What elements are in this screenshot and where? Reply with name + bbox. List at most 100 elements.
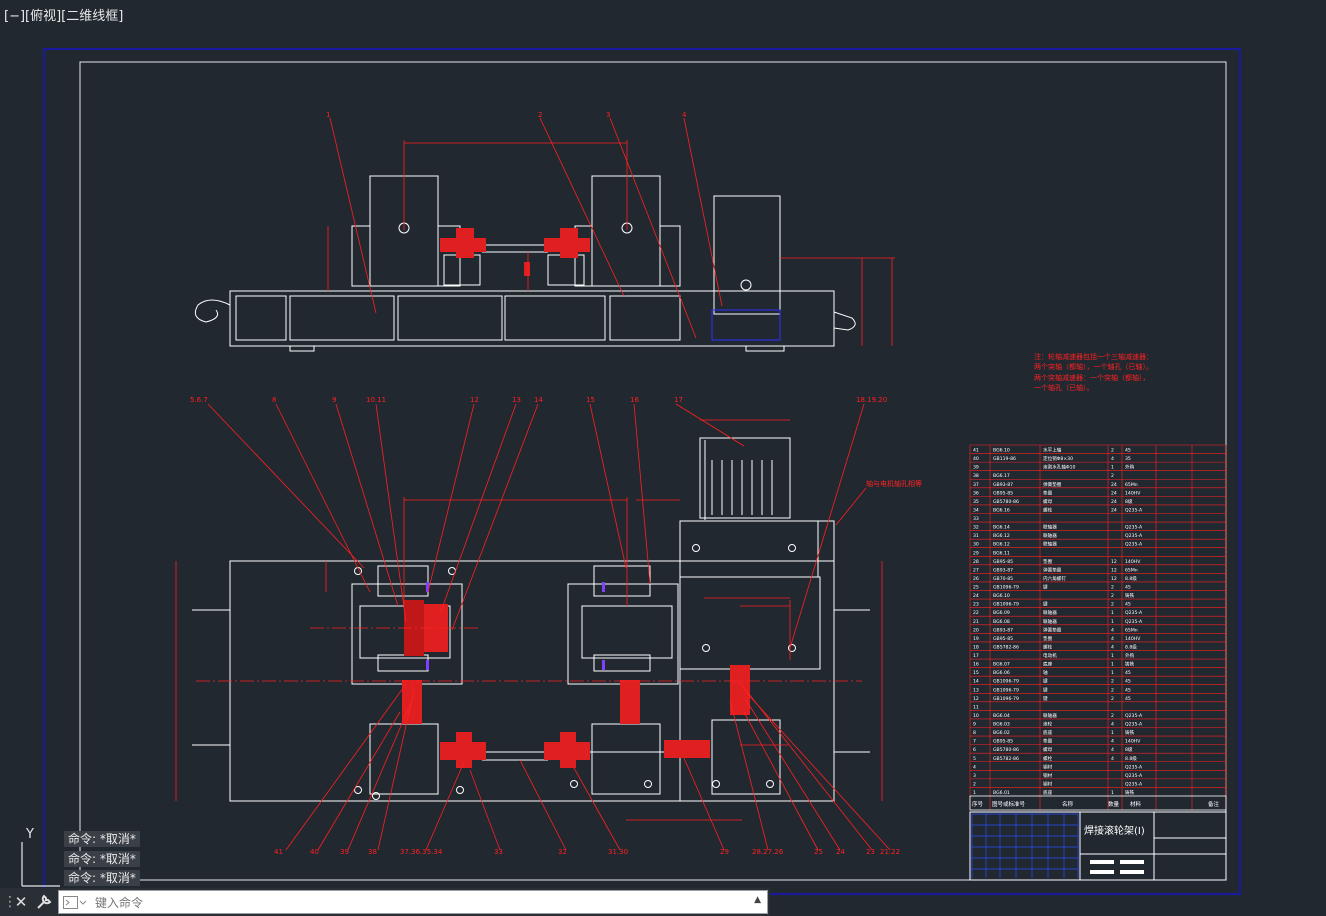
bom-cell: 5 — [973, 756, 976, 762]
bom-cell: 1 — [973, 790, 976, 796]
title-block-mark — [1120, 870, 1144, 874]
plan-label-bottom-8: 29 — [720, 848, 729, 856]
chevron-up-icon[interactable]: ▲ — [754, 895, 761, 905]
plan-label-bottom-10: 25 — [814, 848, 823, 856]
plan-label-bottom-11: 24 — [836, 848, 845, 856]
drawing-title: 焊接滚轮架(Ⅰ) — [1084, 824, 1145, 837]
bom-cell: 4 — [1111, 636, 1114, 642]
bom-cell: 底座 — [1043, 729, 1053, 736]
bom-cell: GB95-85 — [993, 559, 1013, 565]
bom-cell: 28 — [973, 559, 979, 565]
bom-cell: 45 — [1125, 448, 1131, 454]
plan-label-bottom-6: 32 — [558, 848, 567, 856]
bom-cell: BG6.11 — [993, 550, 1010, 556]
bom-cell: 26 — [973, 576, 979, 582]
bom-cell: 联轴器 — [1043, 524, 1057, 531]
front-view-leaders — [329, 117, 723, 339]
bom-cell: BG6.02 — [993, 730, 1010, 736]
bom-cell: 41 — [973, 448, 979, 454]
bom-cell: BG6.17 — [993, 473, 1010, 479]
bom-cell: GB1096-79 — [993, 585, 1019, 591]
bom-cell: 轴 — [1043, 669, 1048, 676]
bom-cell: 2 — [1111, 696, 1114, 702]
bom-cell: 17 — [973, 653, 979, 659]
bom-header-cell: 数量 — [1108, 800, 1120, 808]
bom-cell: Q235-A — [1125, 722, 1143, 728]
bom-cell: GB5780-86 — [993, 499, 1019, 505]
ucs-y-label: Y — [25, 827, 34, 842]
bom-cell: 键 — [1043, 678, 1048, 685]
bom-cell: 钢材 — [1043, 780, 1053, 787]
bom-header-cell: 序号 — [972, 800, 984, 808]
bom-cell: Q235-A — [1125, 764, 1143, 770]
bom-cell: 10 — [973, 713, 979, 719]
bom-cell: BG6.01 — [993, 790, 1010, 796]
plan-view-centerlines — [196, 627, 862, 682]
command-input[interactable] — [93, 891, 747, 915]
plan-label-top-10: 18.19.20 — [856, 396, 887, 404]
bom-cell: 37 — [973, 482, 979, 488]
bom-cell: 36 — [973, 490, 979, 496]
bom-header-cell: 备注 — [1208, 800, 1220, 808]
plan-view-label-group: 5.6.7 8 9 10.11 12 13 14 15 16 17 18.19.… — [190, 396, 922, 856]
note-line-1: 两个突轴（都轴），一个轴孔（已轴）。 — [1034, 362, 1153, 371]
title-block: 焊接滚轮架(Ⅰ) — [969, 811, 1227, 881]
bom-cell: Q235-A — [1125, 610, 1143, 616]
bom-cell: BG6.16 — [993, 507, 1010, 513]
front-label-2: 2 — [538, 111, 542, 119]
front-view-label-group: 1 2 3 4 — [326, 111, 687, 119]
bom-cell: 弹簧垫圈 — [1043, 566, 1062, 573]
bom-cell: 9 — [973, 722, 976, 728]
bom-cell: BG6.12 — [993, 542, 1010, 548]
bom-cell: GB95-85 — [993, 739, 1013, 745]
bom-cell: 8级 — [1125, 746, 1133, 753]
bom-cell: 33 — [973, 516, 979, 522]
bom-cell: 底座 — [1043, 661, 1053, 668]
title-block-mark — [1120, 860, 1144, 864]
wrench-icon[interactable] — [34, 892, 54, 912]
bom-cell: 32 — [973, 525, 979, 531]
plan-label-top-1: 8 — [272, 396, 276, 404]
plan-label-top-2: 9 — [332, 396, 336, 404]
bom-cell: 2 — [1111, 687, 1114, 693]
bom-cell: 定位销Φ8×30 — [1043, 455, 1073, 462]
bom-cell: BG6.14 — [993, 525, 1010, 531]
bom-cell: 38 — [973, 473, 979, 479]
command-prompt-icon[interactable] — [63, 896, 87, 910]
plan-label-bottom-4: 37.36.35.34 — [400, 848, 443, 856]
bom-cell: Q235-A — [1125, 533, 1143, 539]
bom-cell: 12 — [973, 696, 979, 702]
bom-cell: GB5780-86 — [993, 747, 1019, 753]
bom-cell: BG6.04 — [993, 713, 1010, 719]
bom-cell: 键 — [1043, 584, 1048, 591]
bom-cell: 2 — [973, 781, 976, 787]
command-bar-grip-handle[interactable]: ⋮ — [3, 893, 17, 911]
bom-cell: 钢材 — [1043, 763, 1053, 770]
plan-label-bottom-7: 31.30 — [608, 848, 628, 856]
ucs-icon — [21, 842, 60, 887]
command-history-line: 命令: *取消* — [64, 851, 140, 867]
drawing-canvas[interactable]: 1 2 3 4 5.6.7 8 9 10.11 12 13 14 15 16 1… — [0, 0, 1326, 916]
plan-label-top-3: 10.11 — [366, 396, 386, 404]
close-icon[interactable]: ✕ — [13, 892, 29, 912]
bom-cell: 铸铁 — [1125, 729, 1135, 736]
bom-cell: 8.8级 — [1125, 575, 1137, 582]
bom-header-cell: 材料 — [1130, 800, 1142, 808]
title-block-mark — [1090, 870, 1114, 874]
bom-cell: 45 — [1125, 687, 1131, 693]
bom-cell: 24 — [1111, 507, 1117, 513]
bom-cell: 螺母 — [1043, 746, 1053, 753]
bom-cell: 11 — [973, 704, 979, 710]
bom-header-cell: 名称 — [1062, 800, 1074, 808]
plan-label-top-9: 17 — [674, 396, 683, 404]
bom-cell: 35 — [973, 499, 979, 505]
command-history-line: 命令: *取消* — [64, 870, 140, 886]
bom-cell: 联轴器 — [1043, 609, 1057, 616]
bom-cell: 45 — [1125, 670, 1131, 676]
command-input-field[interactable]: ▲ — [58, 890, 768, 915]
bom-cell: 7 — [973, 739, 976, 745]
plan-label-bottom-0: 41 — [274, 848, 283, 856]
bom-cell: 12 — [1111, 567, 1117, 573]
bom-cell: 铸铁 — [1125, 661, 1135, 668]
bom-cell: 8.8级 — [1125, 643, 1137, 650]
